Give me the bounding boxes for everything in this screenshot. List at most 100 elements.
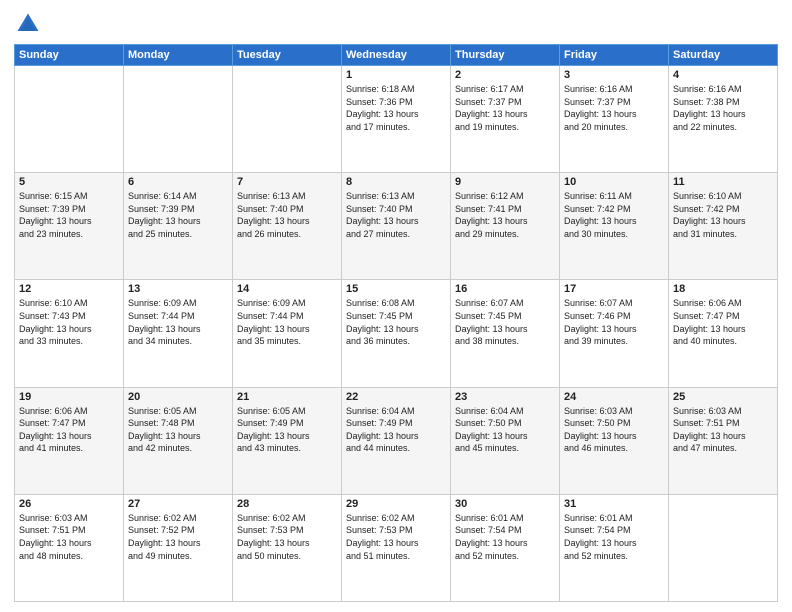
day-cell: 27 Sunrise: 6:02 AM Sunset: 7:52 PM Dayli… — [124, 494, 233, 601]
day-info: Sunrise: 6:05 AM Sunset: 7:48 PM Dayligh… — [128, 405, 228, 455]
day-cell — [233, 66, 342, 173]
day-number: 31 — [564, 498, 664, 510]
day-cell — [15, 66, 124, 173]
day-cell: 12Sunrise: 6:10 AM Sunset: 7:43 PM Dayli… — [15, 280, 124, 387]
page: SundayMondayTuesdayWednesdayThursdayFrid… — [0, 0, 792, 612]
day-cell: 20 Sunrise: 6:05 AM Sunset: 7:48 PM Dayli… — [124, 387, 233, 494]
day-info: Sunrise: 6:03 AM Sunset: 7:50 PM Dayligh… — [564, 405, 664, 455]
day-number: 6 — [128, 176, 228, 188]
day-cell: 25Sunrise: 6:03 AM Sunset: 7:51 PM Dayli… — [669, 387, 778, 494]
day-cell: 17Sunrise: 6:07 AM Sunset: 7:46 PM Dayli… — [560, 280, 669, 387]
week-row-3: 12Sunrise: 6:10 AM Sunset: 7:43 PM Dayli… — [15, 280, 778, 387]
day-number: 11 — [673, 176, 773, 188]
calendar-table: SundayMondayTuesdayWednesdayThursdayFrid… — [14, 44, 778, 602]
day-info: Sunrise: 6:11 AM Sunset: 7:42 PM Dayligh… — [564, 190, 664, 240]
day-info: Sunrise: 6:07 AM Sunset: 7:45 PM Dayligh… — [455, 297, 555, 347]
day-number: 12 — [19, 283, 119, 295]
day-cell: 24 Sunrise: 6:03 AM Sunset: 7:50 PM Dayli… — [560, 387, 669, 494]
day-cell: 7 Sunrise: 6:13 AM Sunset: 7:40 PM Daylig… — [233, 173, 342, 280]
day-number: 19 — [19, 391, 119, 403]
day-number: 29 — [346, 498, 446, 510]
day-number: 10 — [564, 176, 664, 188]
day-number: 2 — [455, 69, 555, 81]
day-info: Sunrise: 6:13 AM Sunset: 7:40 PM Dayligh… — [346, 190, 446, 240]
weekday-thursday: Thursday — [451, 45, 560, 66]
day-cell: 16 Sunrise: 6:07 AM Sunset: 7:45 PM Dayli… — [451, 280, 560, 387]
day-info: Sunrise: 6:02 AM Sunset: 7:52 PM Dayligh… — [128, 512, 228, 562]
weekday-tuesday: Tuesday — [233, 45, 342, 66]
day-cell: 4 Sunrise: 6:16 AM Sunset: 7:38 PM Daylig… — [669, 66, 778, 173]
day-info: Sunrise: 6:04 AM Sunset: 7:50 PM Dayligh… — [455, 405, 555, 455]
day-cell: 5Sunrise: 6:15 AM Sunset: 7:39 PM Daylig… — [15, 173, 124, 280]
day-number: 17 — [564, 283, 664, 295]
day-number: 25 — [673, 391, 773, 403]
weekday-wednesday: Wednesday — [342, 45, 451, 66]
day-number: 5 — [19, 176, 119, 188]
day-cell: 22 Sunrise: 6:04 AM Sunset: 7:49 PM Dayli… — [342, 387, 451, 494]
day-number: 3 — [564, 69, 664, 81]
week-row-1: 1 Sunrise: 6:18 AM Sunset: 7:36 PM Daylig… — [15, 66, 778, 173]
day-info: Sunrise: 6:06 AM Sunset: 7:47 PM Dayligh… — [673, 297, 773, 347]
day-number: 20 — [128, 391, 228, 403]
day-cell: 9 Sunrise: 6:12 AM Sunset: 7:41 PM Daylig… — [451, 173, 560, 280]
day-info: Sunrise: 6:16 AM Sunset: 7:38 PM Dayligh… — [673, 83, 773, 133]
day-info: Sunrise: 6:09 AM Sunset: 7:44 PM Dayligh… — [237, 297, 337, 347]
day-info: Sunrise: 6:10 AM Sunset: 7:42 PM Dayligh… — [673, 190, 773, 240]
day-info: Sunrise: 6:12 AM Sunset: 7:41 PM Dayligh… — [455, 190, 555, 240]
day-cell — [669, 494, 778, 601]
day-number: 22 — [346, 391, 446, 403]
weekday-friday: Friday — [560, 45, 669, 66]
day-number: 15 — [346, 283, 446, 295]
day-cell: 10 Sunrise: 6:11 AM Sunset: 7:42 PM Dayli… — [560, 173, 669, 280]
day-info: Sunrise: 6:01 AM Sunset: 7:54 PM Dayligh… — [564, 512, 664, 562]
day-number: 23 — [455, 391, 555, 403]
day-number: 16 — [455, 283, 555, 295]
day-number: 14 — [237, 283, 337, 295]
week-row-5: 26Sunrise: 6:03 AM Sunset: 7:51 PM Dayli… — [15, 494, 778, 601]
day-cell: 1 Sunrise: 6:18 AM Sunset: 7:36 PM Daylig… — [342, 66, 451, 173]
day-number: 13 — [128, 283, 228, 295]
day-cell: 14 Sunrise: 6:09 AM Sunset: 7:44 PM Dayli… — [233, 280, 342, 387]
day-cell: 23 Sunrise: 6:04 AM Sunset: 7:50 PM Dayli… — [451, 387, 560, 494]
day-info: Sunrise: 6:14 AM Sunset: 7:39 PM Dayligh… — [128, 190, 228, 240]
day-cell: 15 Sunrise: 6:08 AM Sunset: 7:45 PM Dayli… — [342, 280, 451, 387]
day-cell: 13Sunrise: 6:09 AM Sunset: 7:44 PM Dayli… — [124, 280, 233, 387]
day-number: 4 — [673, 69, 773, 81]
weekday-saturday: Saturday — [669, 45, 778, 66]
day-number: 9 — [455, 176, 555, 188]
day-cell: 11 Sunrise: 6:10 AM Sunset: 7:42 PM Dayli… — [669, 173, 778, 280]
day-cell: 8Sunrise: 6:13 AM Sunset: 7:40 PM Daylig… — [342, 173, 451, 280]
day-number: 7 — [237, 176, 337, 188]
day-info: Sunrise: 6:13 AM Sunset: 7:40 PM Dayligh… — [237, 190, 337, 240]
header — [14, 10, 778, 38]
day-number: 1 — [346, 69, 446, 81]
day-cell: 29Sunrise: 6:02 AM Sunset: 7:53 PM Dayli… — [342, 494, 451, 601]
week-row-2: 5Sunrise: 6:15 AM Sunset: 7:39 PM Daylig… — [15, 173, 778, 280]
day-number: 24 — [564, 391, 664, 403]
day-number: 21 — [237, 391, 337, 403]
day-cell: 19 Sunrise: 6:06 AM Sunset: 7:47 PM Dayli… — [15, 387, 124, 494]
day-number: 18 — [673, 283, 773, 295]
day-number: 28 — [237, 498, 337, 510]
weekday-sunday: Sunday — [15, 45, 124, 66]
day-cell: 6 Sunrise: 6:14 AM Sunset: 7:39 PM Daylig… — [124, 173, 233, 280]
day-number: 27 — [128, 498, 228, 510]
day-info: Sunrise: 6:16 AM Sunset: 7:37 PM Dayligh… — [564, 83, 664, 133]
day-info: Sunrise: 6:06 AM Sunset: 7:47 PM Dayligh… — [19, 405, 119, 455]
day-info: Sunrise: 6:04 AM Sunset: 7:49 PM Dayligh… — [346, 405, 446, 455]
day-info: Sunrise: 6:02 AM Sunset: 7:53 PM Dayligh… — [237, 512, 337, 562]
day-cell: 21 Sunrise: 6:05 AM Sunset: 7:49 PM Dayli… — [233, 387, 342, 494]
day-cell: 28 Sunrise: 6:02 AM Sunset: 7:53 PM Dayli… — [233, 494, 342, 601]
day-cell: 31 Sunrise: 6:01 AM Sunset: 7:54 PM Dayli… — [560, 494, 669, 601]
day-cell: 30Sunrise: 6:01 AM Sunset: 7:54 PM Dayli… — [451, 494, 560, 601]
week-row-4: 19 Sunrise: 6:06 AM Sunset: 7:47 PM Dayli… — [15, 387, 778, 494]
day-info: Sunrise: 6:05 AM Sunset: 7:49 PM Dayligh… — [237, 405, 337, 455]
day-info: Sunrise: 6:08 AM Sunset: 7:45 PM Dayligh… — [346, 297, 446, 347]
day-info: Sunrise: 6:18 AM Sunset: 7:36 PM Dayligh… — [346, 83, 446, 133]
weekday-monday: Monday — [124, 45, 233, 66]
logo-icon — [14, 10, 42, 38]
day-cell — [124, 66, 233, 173]
weekday-header-row: SundayMondayTuesdayWednesdayThursdayFrid… — [15, 45, 778, 66]
day-info: Sunrise: 6:17 AM Sunset: 7:37 PM Dayligh… — [455, 83, 555, 133]
day-cell: 18 Sunrise: 6:06 AM Sunset: 7:47 PM Dayli… — [669, 280, 778, 387]
